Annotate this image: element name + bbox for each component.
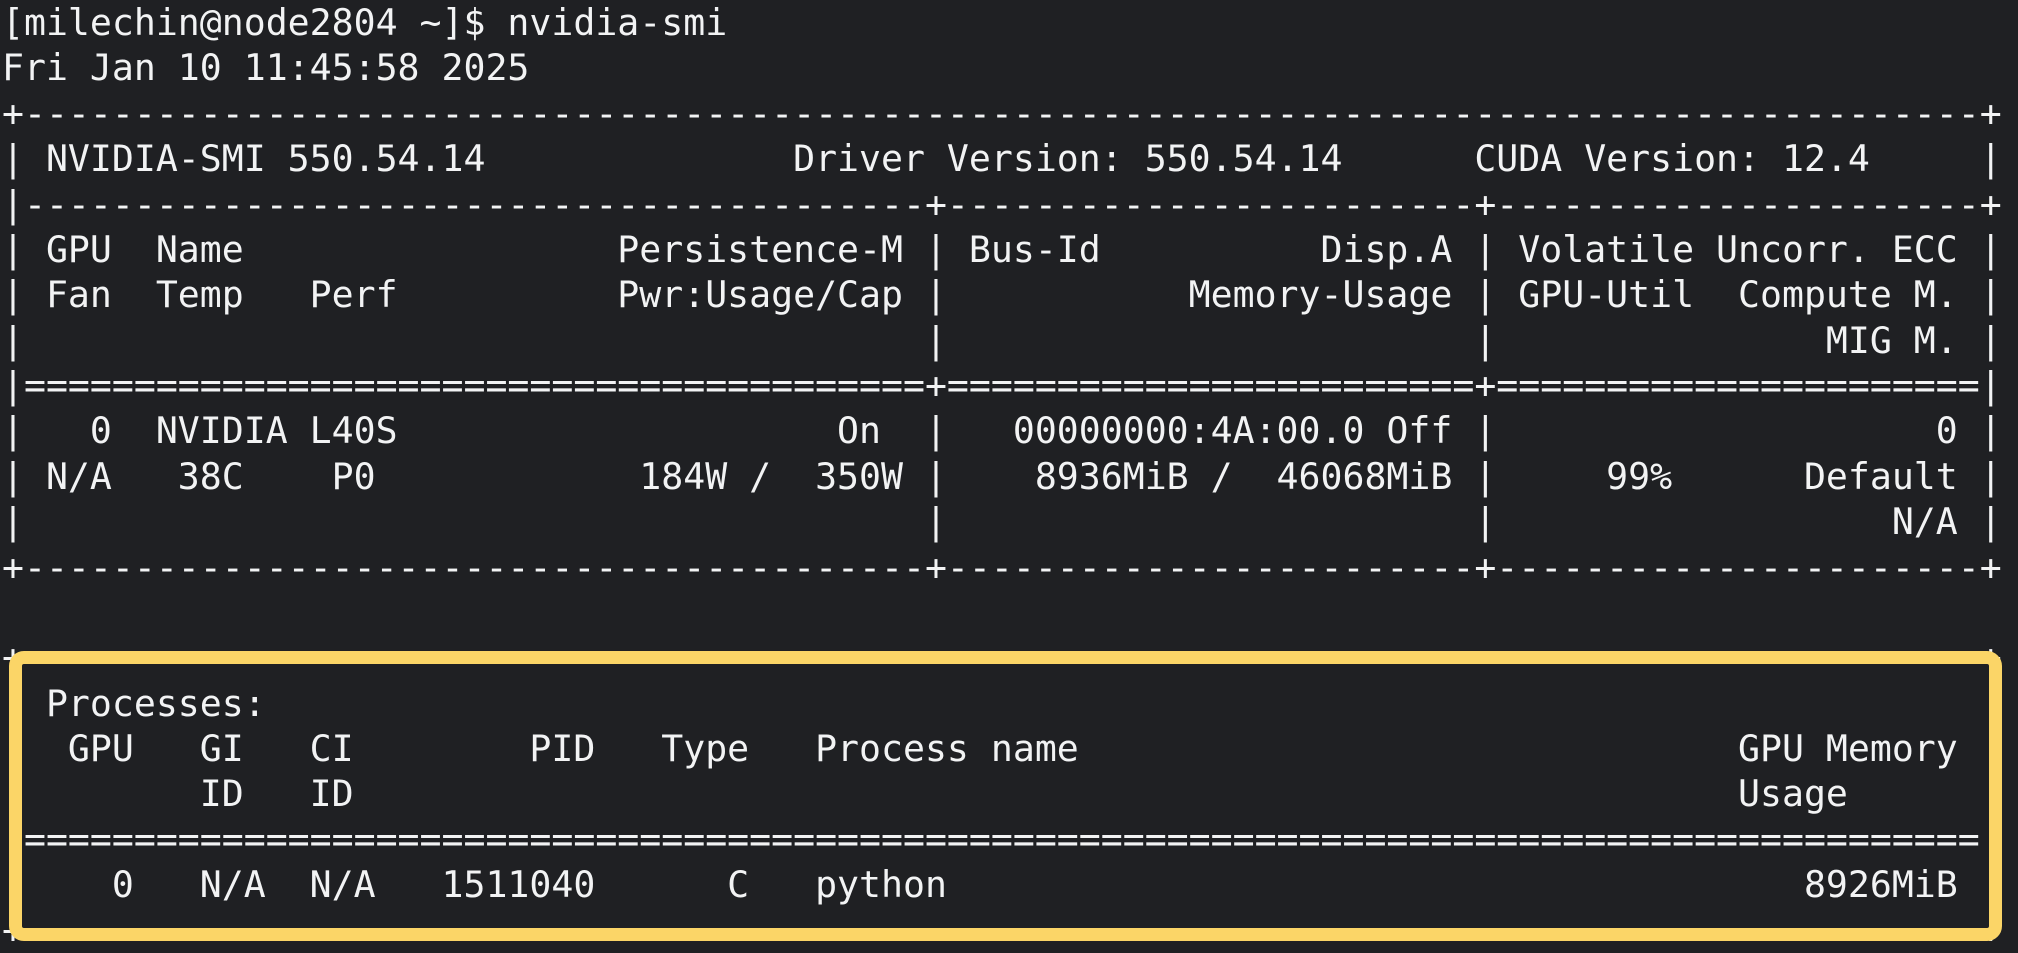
- terminal-window[interactable]: [milechin@node2804 ~]$ nvidia-smi Fri Ja…: [0, 0, 2018, 953]
- gpu-table-separator: |=======================================…: [2, 364, 2002, 407]
- process-table-top-border: +---------------------------------------…: [2, 636, 2002, 680]
- gpu-table-version-row: | NVIDIA-SMI 550.54.14 Driver Version: 5…: [2, 137, 2002, 181]
- process-table-header-row-1: | GPU GI CI PID Type Process name GPU Me…: [2, 727, 2002, 770]
- gpu-table-header-divider: |---------------------------------------…: [2, 182, 2002, 226]
- gpu-table-header-row-3: | | | MIG M. |: [2, 318, 2002, 362]
- gpu-data-row-2: | N/A 38C P0 184W / 350W | 8936MiB / 460…: [2, 454, 2002, 498]
- gpu-data-row-3: | | | N/A |: [2, 500, 2002, 544]
- shell-prompt-line: [milechin@node2804 ~]$ nvidia-smi: [2, 1, 728, 44]
- process-table-header-row-2: | ID ID Usage |: [2, 772, 2002, 816]
- gpu-table-header-row-2: | Fan Temp Perf Pwr:Usage/Cap | Memory-U…: [2, 273, 2002, 317]
- process-table-separator: |=======================================…: [2, 817, 2002, 861]
- gpu-table-bottom-border: +---------------------------------------…: [2, 545, 2002, 589]
- process-data-row: | 0 N/A N/A 1511040 C python 8926MiB |: [2, 863, 2002, 907]
- gpu-table-top-border: +---------------------------------------…: [2, 91, 2002, 135]
- process-table-title-row: | Processes: |: [2, 681, 2002, 725]
- gpu-table-header-row-1: | GPU Name Persistence-M | Bus-Id Disp.A…: [2, 227, 2002, 271]
- process-table-bottom-border: +---------------------------------------…: [2, 908, 2002, 952]
- gpu-data-row-1: | 0 NVIDIA L40S On | 00000000:4A:00.0 Of…: [2, 409, 2002, 453]
- timestamp-line: Fri Jan 10 11:45:58 2025: [2, 46, 530, 90]
